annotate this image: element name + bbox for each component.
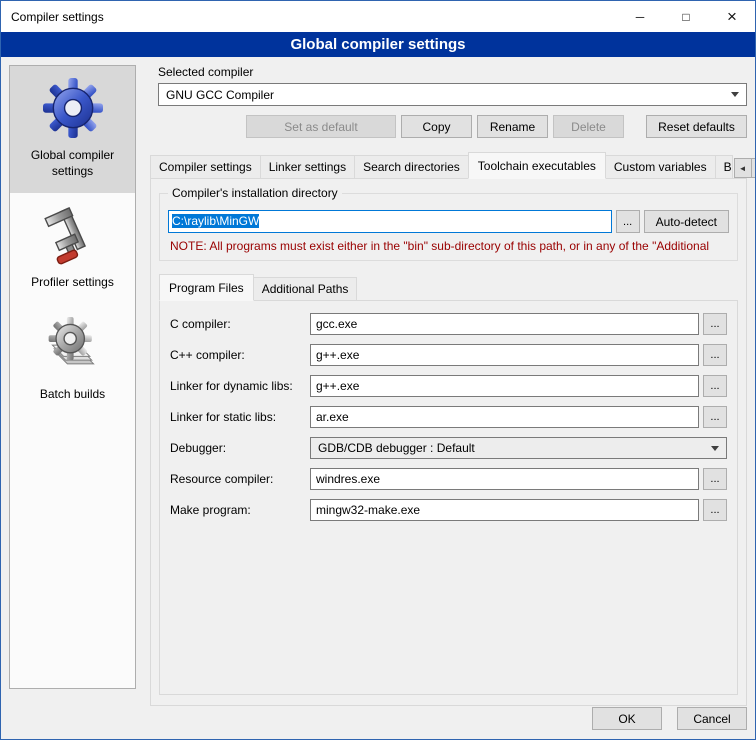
debugger-label: Debugger: xyxy=(170,441,310,455)
page-title: Global compiler settings xyxy=(1,32,755,57)
minimize-button[interactable]: ─ xyxy=(617,1,663,32)
dialog-footer: OK Cancel xyxy=(592,707,747,730)
cpp-compiler-input[interactable] xyxy=(310,344,699,366)
copy-button[interactable]: Copy xyxy=(401,115,472,138)
sidebar-item-profiler-settings[interactable]: Profiler settings xyxy=(10,193,135,305)
cpp-compiler-browse-button[interactable]: ... xyxy=(703,344,727,366)
close-button[interactable]: × xyxy=(709,1,755,32)
install-dir-input[interactable]: C:\raylib\MinGW xyxy=(168,210,612,233)
tab-toolchain-executables[interactable]: Toolchain executables xyxy=(468,152,606,179)
chevron-down-icon xyxy=(731,92,739,97)
clamp-icon xyxy=(13,203,132,267)
set-as-default-button[interactable]: Set as default xyxy=(246,115,396,138)
sidebar-item-batch-builds[interactable]: Batch builds xyxy=(10,305,135,417)
sidebar-item-label: Batch builds xyxy=(13,387,132,403)
executables-subtabs: Program Files Additional Paths xyxy=(159,274,738,301)
field-row: Debugger: GDB/CDB debugger : Default xyxy=(170,437,727,459)
tab-search-directories[interactable]: Search directories xyxy=(354,155,469,179)
resource-compiler-browse-button[interactable]: ... xyxy=(703,468,727,490)
linker-dynamic-browse-button[interactable]: ... xyxy=(703,375,727,397)
linker-static-browse-button[interactable]: ... xyxy=(703,406,727,428)
rename-button[interactable]: Rename xyxy=(477,115,548,138)
resource-compiler-input[interactable] xyxy=(310,468,699,490)
tab-linker-settings[interactable]: Linker settings xyxy=(260,155,355,179)
titlebar: Compiler settings ─ □ × xyxy=(1,1,755,32)
make-program-label: Make program: xyxy=(170,503,310,517)
ok-button[interactable]: OK xyxy=(592,707,662,730)
installation-directory-row: C:\raylib\MinGW ... Auto-detect xyxy=(168,210,729,233)
resource-compiler-label: Resource compiler: xyxy=(170,472,310,486)
chevron-down-icon xyxy=(711,446,719,451)
sidebar-item-global-compiler-settings[interactable]: Global compiler settings xyxy=(10,66,135,193)
debugger-select[interactable]: GDB/CDB debugger : Default xyxy=(310,437,727,459)
sidebar-item-label: Global compiler settings xyxy=(13,148,132,179)
compiler-select-value: GNU GCC Compiler xyxy=(166,88,731,102)
close-icon: × xyxy=(727,7,737,27)
compiler-select[interactable]: GNU GCC Compiler xyxy=(158,83,747,106)
maximize-icon: □ xyxy=(682,10,689,24)
field-row: Linker for dynamic libs: ... xyxy=(170,375,727,397)
subtab-program-files[interactable]: Program Files xyxy=(159,274,254,301)
gear-icon xyxy=(13,76,132,140)
make-program-input[interactable] xyxy=(310,499,699,521)
compiler-actions: Set as default Copy Rename Delete Reset … xyxy=(246,115,747,138)
arrow-left-icon: ◄ xyxy=(739,164,747,173)
installation-directory-group: Compiler's installation directory C:\ray… xyxy=(159,193,738,261)
c-compiler-browse-button[interactable]: ... xyxy=(703,313,727,335)
maximize-button[interactable]: □ xyxy=(663,1,709,32)
c-compiler-input[interactable] xyxy=(310,313,699,335)
sidebar-item-label: Profiler settings xyxy=(13,275,132,291)
debugger-select-value: GDB/CDB debugger : Default xyxy=(318,441,711,455)
tab-compiler-settings[interactable]: Compiler settings xyxy=(150,155,261,179)
compiler-settings-window: Compiler settings ─ □ × Global compiler … xyxy=(0,0,756,740)
minimize-icon: ─ xyxy=(636,10,645,24)
main-panel: Selected compiler GNU GCC Compiler Set a… xyxy=(150,63,747,706)
linker-static-label: Linker for static libs: xyxy=(170,410,310,424)
program-files-panel: C compiler: ... C++ compiler: ... Linker… xyxy=(159,300,738,695)
install-dir-browse-button[interactable]: ... xyxy=(616,210,640,233)
cpp-compiler-label: C++ compiler: xyxy=(170,348,310,362)
field-row: Linker for static libs: ... xyxy=(170,406,727,428)
tab-scroll-left-button[interactable]: ◄ xyxy=(734,158,752,178)
settings-category-list: Global compiler settings xyxy=(9,65,136,689)
tab-scroll-right-button[interactable]: ► xyxy=(752,158,756,178)
tab-custom-variables[interactable]: Custom variables xyxy=(605,155,716,179)
subtab-additional-paths[interactable]: Additional Paths xyxy=(253,277,358,301)
reset-defaults-button[interactable]: Reset defaults xyxy=(646,115,747,138)
toolchain-executables-panel: Compiler's installation directory C:\ray… xyxy=(150,178,747,706)
auto-detect-button[interactable]: Auto-detect xyxy=(644,210,729,233)
dialog-content: Global compiler settings xyxy=(1,57,755,739)
installation-directory-label: Compiler's installation directory xyxy=(168,186,342,200)
batch-builds-icon xyxy=(13,315,132,379)
selected-compiler-label: Selected compiler xyxy=(158,65,747,79)
field-row: C++ compiler: ... xyxy=(170,344,727,366)
linker-dynamic-input[interactable] xyxy=(310,375,699,397)
make-program-browse-button[interactable]: ... xyxy=(703,499,727,521)
c-compiler-label: C compiler: xyxy=(170,317,310,331)
field-row: Make program: ... xyxy=(170,499,727,521)
install-dir-value: C:\raylib\MinGW xyxy=(172,214,259,228)
window-controls: ─ □ × xyxy=(617,1,755,32)
cancel-button[interactable]: Cancel xyxy=(677,707,747,730)
bin-subdirectory-note: NOTE: All programs must exist either in … xyxy=(170,239,729,253)
tab-scroll-buttons: ◄ ► xyxy=(734,158,756,178)
settings-tabs: Compiler settings Linker settings Search… xyxy=(150,152,747,179)
linker-dynamic-label: Linker for dynamic libs: xyxy=(170,379,310,393)
linker-static-input[interactable] xyxy=(310,406,699,428)
field-row: Resource compiler: ... xyxy=(170,468,727,490)
field-row: C compiler: ... xyxy=(170,313,727,335)
delete-button[interactable]: Delete xyxy=(553,115,624,138)
window-title: Compiler settings xyxy=(1,10,104,24)
tab-build-clipped[interactable]: Buil xyxy=(715,155,733,179)
